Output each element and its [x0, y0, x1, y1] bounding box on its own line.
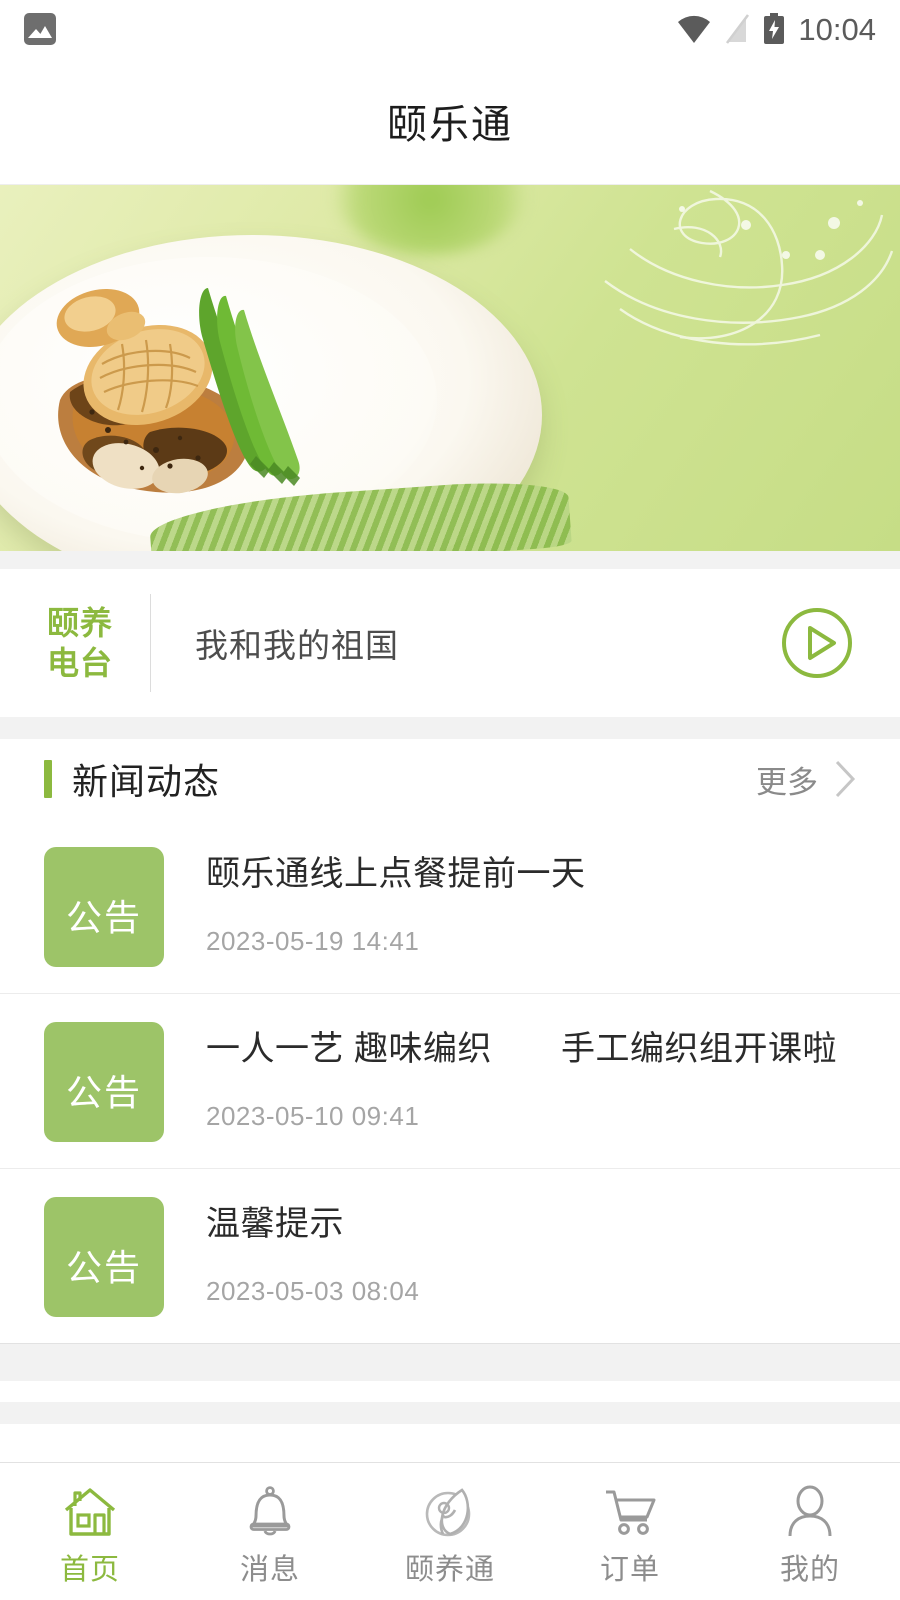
radio-track-title: 我和我的祖国 [195, 627, 399, 664]
news-item-body: 温馨提示 2023-05-03 08:04 [206, 1197, 878, 1307]
radio-brand-line2: 电台 [46, 645, 113, 681]
tab-home-label: 首页 [59, 1553, 120, 1586]
tab-profile[interactable]: 我的 [720, 1463, 900, 1600]
spacer-block-1 [0, 1344, 900, 1381]
news-item-title: 颐乐通线上点餐提前一天 [206, 855, 586, 893]
news-item-body: 一人一艺 趣味编织 手工编织组开课啦 2023-05-10 09:41 [206, 1022, 878, 1132]
news-more-label: 更多 [756, 764, 818, 800]
spacer-under-radio [0, 717, 900, 739]
bell-icon [249, 1485, 291, 1535]
banner-image[interactable] [0, 185, 900, 551]
play-icon[interactable] [780, 606, 854, 680]
radio-brand-line1: 颐养 [46, 605, 113, 641]
tab-yiyangtong[interactable]: 颐养通 [360, 1463, 540, 1600]
section-accent-bar [44, 760, 52, 798]
status-bar-right: 10:04 [677, 13, 876, 45]
news-badge: 公告 [44, 1197, 164, 1317]
status-clock: 10:04 [798, 11, 876, 47]
chevron-right-icon [835, 760, 856, 798]
status-bar: 10:04 [0, 0, 900, 58]
tab-messages[interactable]: 消息 [180, 1463, 360, 1600]
tab-yiyangtong-label: 颐养通 [404, 1553, 495, 1586]
tab-messages-label: 消息 [239, 1553, 300, 1586]
news-section-title: 新闻动态 [72, 761, 221, 802]
tab-home[interactable]: 首页 [0, 1463, 180, 1600]
news-section-header: 新闻动态 更多 [0, 739, 900, 819]
photo-icon [24, 13, 56, 45]
news-item-date: 2023-05-10 09:41 [206, 1100, 420, 1131]
news-more-button[interactable]: 更多 [756, 757, 858, 802]
news-item[interactable]: 公告 温馨提示 2023-05-03 08:04 [0, 1168, 900, 1343]
person-icon [788, 1485, 832, 1536]
spacer-under-banner [0, 551, 900, 569]
news-item-title: 温馨提示 [206, 1205, 344, 1243]
wifi-icon [678, 15, 711, 44]
spacer-block-2 [0, 1381, 900, 1402]
battery-charging-icon [764, 13, 785, 44]
radio-card[interactable]: 颐养 电台 我和我的祖国 [0, 569, 900, 717]
app-screen: 10:04 颐乐通 颐养 电台 我和我的祖国 新闻动态 更多 公告 颐乐通线上点… [0, 0, 900, 1600]
status-bar-left [24, 13, 56, 45]
news-item-body: 颐乐通线上点餐提前一天 2023-05-19 14:41 [206, 847, 878, 957]
spacer-block-3 [0, 1402, 900, 1424]
title-bar: 颐乐通 [0, 58, 900, 185]
news-badge: 公告 [44, 1022, 164, 1142]
news-badge: 公告 [44, 847, 164, 967]
news-list: 公告 颐乐通线上点餐提前一天 2023-05-19 14:41 公告 一人一艺 … [0, 819, 900, 1343]
news-item-date: 2023-05-03 08:04 [206, 1275, 420, 1306]
news-item[interactable]: 公告 颐乐通线上点餐提前一天 2023-05-19 14:41 [0, 819, 900, 993]
news-item-title: 一人一艺 趣味编织 手工编织组开课啦 [206, 1030, 837, 1068]
bottom-tab-bar: 首页 消息 颐养通 订单 我的 [0, 1462, 900, 1600]
cart-icon [606, 1490, 656, 1535]
tab-profile-label: 我的 [779, 1553, 840, 1586]
radio-brand-label: 颐养 电台 [44, 603, 116, 683]
page-title: 颐乐通 [387, 103, 513, 147]
spacer-block-4 [0, 1424, 900, 1444]
news-item[interactable]: 公告 一人一艺 趣味编织 手工编织组开课啦 2023-05-10 09:41 [0, 993, 900, 1168]
lotus-logo-icon [425, 1487, 471, 1536]
home-icon [64, 1487, 116, 1536]
news-item-date: 2023-05-19 14:41 [206, 925, 420, 956]
signal-off-icon [726, 14, 750, 44]
food-illustration [56, 288, 300, 494]
tab-orders-label: 订单 [599, 1553, 660, 1586]
tab-orders[interactable]: 订单 [540, 1463, 720, 1600]
radio-divider [150, 594, 151, 692]
